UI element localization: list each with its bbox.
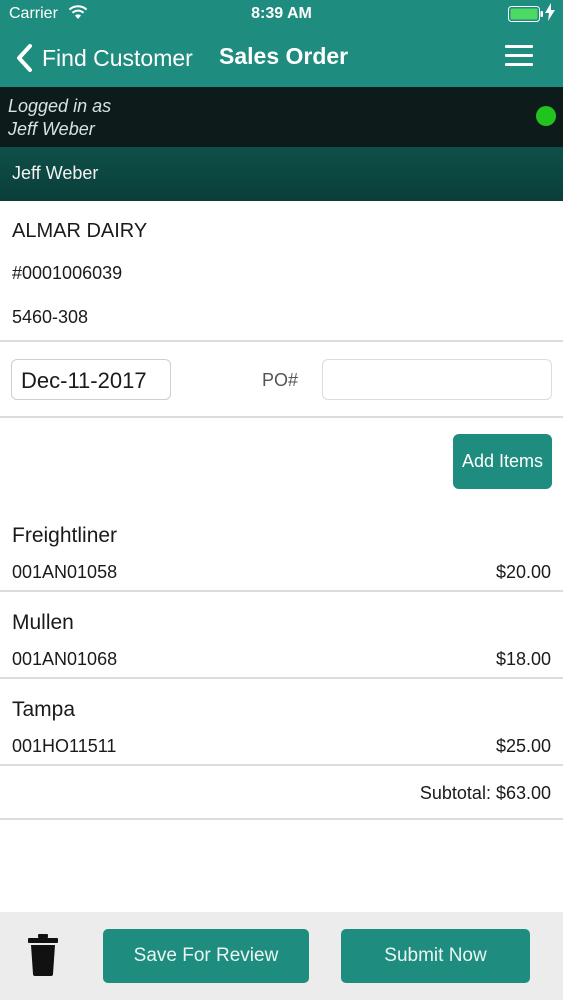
page-title: Sales Order	[219, 43, 349, 69]
user-bar: Jeff Weber	[0, 147, 563, 201]
clock: 8:39 AM	[251, 5, 312, 22]
divider	[0, 340, 563, 342]
online-status-indicator	[536, 106, 556, 126]
line-item-name: Mullen	[12, 611, 74, 634]
save-for-review-button[interactable]: Save For Review	[103, 929, 309, 983]
divider	[0, 677, 563, 679]
add-items-button[interactable]: Add Items	[453, 434, 552, 489]
chevron-left-icon	[17, 44, 32, 72]
battery-charging-icon	[508, 6, 543, 22]
back-button-label: Find Customer	[42, 44, 193, 71]
order-date-field[interactable]: Dec-11-2017	[11, 359, 171, 400]
logged-in-label: Logged in as	[8, 96, 112, 116]
line-item-code: 001HO11511	[12, 736, 117, 756]
charging-bolt-icon	[545, 3, 555, 21]
hamburger-menu-icon[interactable]	[505, 45, 533, 67]
customer-name: ALMAR DAIRY	[12, 220, 148, 242]
po-number-input[interactable]	[322, 359, 552, 400]
user-name: Jeff Weber	[12, 163, 99, 183]
status-bar: Carrier 8:39 AM	[0, 0, 563, 30]
line-item-code: 001AN01068	[12, 649, 118, 669]
customer-number: #0001006039	[12, 263, 123, 283]
po-label: PO#	[262, 370, 299, 390]
divider	[0, 764, 563, 766]
divider	[0, 590, 563, 592]
line-item-price: $18.00	[495, 649, 551, 669]
order-subtotal: Subtotal: $63.00	[419, 783, 551, 803]
session-strip: Logged in as Jeff Weber	[0, 87, 563, 147]
divider	[0, 416, 563, 418]
submit-now-button[interactable]: Submit Now	[341, 929, 530, 983]
line-item-name: Tampa	[12, 698, 76, 721]
line-item-price: $20.00	[495, 562, 551, 582]
back-button[interactable]: Find Customer	[14, 40, 193, 76]
customer-code: 5460-308	[12, 307, 89, 327]
logged-in-user: Jeff Weber	[8, 119, 95, 139]
divider	[0, 818, 563, 820]
line-item-name: Freightliner	[12, 524, 118, 547]
trash-icon[interactable]	[28, 934, 58, 976]
line-item-code: 001AN01058	[12, 562, 118, 582]
line-item-price: $25.00	[495, 736, 551, 756]
logged-in-text: Logged in as Jeff Weber	[8, 95, 111, 141]
